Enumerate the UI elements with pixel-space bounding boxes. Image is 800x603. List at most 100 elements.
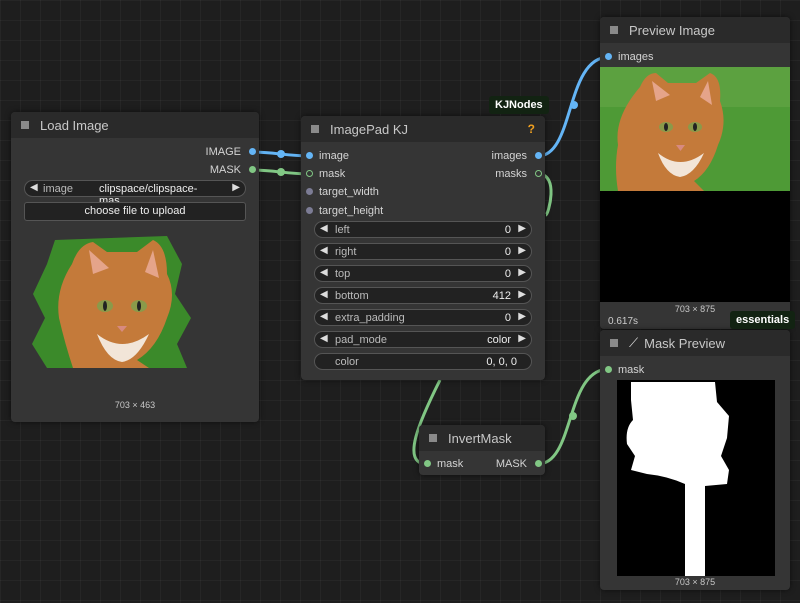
input-image[interactable]: image	[306, 149, 349, 163]
node-header[interactable]: Load Image	[11, 112, 259, 138]
widget-bottom[interactable]: ◀ bottom 412 ▶	[314, 287, 532, 304]
input-mask[interactable]: mask	[605, 363, 645, 377]
widget-label: pad_mode	[335, 334, 387, 346]
upload-button[interactable]: choose file to upload	[24, 202, 246, 221]
widget-label: right	[335, 246, 357, 258]
node-header[interactable]: ImagePad KJ ?	[301, 116, 545, 142]
output-dot[interactable]	[249, 166, 256, 173]
input-target-width[interactable]: target_width	[306, 185, 379, 199]
input-dot[interactable]	[424, 460, 431, 467]
widget-value: 0	[504, 224, 511, 236]
collapse-toggle[interactable]	[311, 125, 319, 133]
input-dot[interactable]	[306, 207, 313, 214]
increment-arrow[interactable]: ▶	[518, 311, 526, 322]
combo-label: image	[43, 183, 73, 195]
combo-right-arrow[interactable]: ▶	[232, 182, 240, 193]
link-midpoint[interactable]	[570, 101, 578, 109]
widget-value: 0	[504, 268, 511, 280]
increment-arrow[interactable]: ▶	[518, 223, 526, 234]
input-label: image	[319, 150, 349, 162]
increment-arrow[interactable]: ▶	[518, 289, 526, 300]
node-title: Mask Preview	[644, 335, 726, 351]
increment-arrow[interactable]: ▶	[518, 245, 526, 256]
input-label: target_width	[319, 186, 379, 198]
input-dot[interactable]	[306, 170, 313, 177]
execution-time: 0.617s	[608, 316, 639, 327]
kjnodes-badge: KJNodes	[489, 96, 549, 114]
output-label: masks	[495, 168, 527, 180]
link-midpoint[interactable]	[277, 150, 285, 158]
output-label: IMAGE	[205, 146, 241, 158]
link-midpoint[interactable]	[569, 412, 577, 420]
widget-label: color	[335, 356, 359, 368]
decrement-arrow[interactable]: ◀	[320, 267, 328, 278]
increment-arrow[interactable]: ▶	[518, 267, 526, 278]
decrement-arrow[interactable]: ◀	[320, 223, 328, 234]
node-title: InvertMask	[448, 430, 512, 446]
input-dot[interactable]	[306, 188, 313, 195]
output-mask[interactable]: MASK	[496, 457, 542, 471]
node-title: Preview Image	[629, 22, 715, 38]
widget-top[interactable]: ◀ top 0 ▶	[314, 265, 532, 282]
widget-extra-padding[interactable]: ◀ extra_padding 0 ▶	[314, 309, 532, 326]
collapse-toggle[interactable]	[21, 121, 29, 129]
image-dimensions: 703 × 463	[114, 400, 156, 410]
input-label: images	[618, 51, 654, 63]
decrement-arrow[interactable]: ◀	[320, 311, 328, 322]
widget-color[interactable]: color 0, 0, 0	[314, 353, 532, 370]
decrement-arrow[interactable]: ◀	[320, 289, 328, 300]
collapse-toggle[interactable]	[429, 434, 437, 442]
input-label: mask	[618, 364, 645, 376]
widget-label: extra_padding	[335, 312, 405, 324]
output-label: MASK	[209, 164, 241, 176]
widget-value: 0	[504, 312, 511, 324]
wand-icon: ⟋	[629, 335, 639, 350]
imagepad-kj-node[interactable]: ImagePad KJ ? image mask target_width ta…	[301, 116, 545, 380]
input-dot[interactable]	[605, 53, 612, 60]
load-image-node[interactable]: Load Image IMAGE MASK ◀ image clipspace/…	[11, 112, 259, 422]
image-select-combo[interactable]: ◀ image clipspace/clipspace-mas... ▶	[24, 180, 246, 207]
output-images[interactable]: images	[492, 149, 542, 163]
output-masks[interactable]: masks	[495, 167, 542, 181]
widget-pad-mode[interactable]: ◀ pad_mode color ▶	[314, 331, 532, 348]
input-mask[interactable]: mask	[306, 167, 346, 181]
widget-label: left	[335, 224, 350, 236]
output-image[interactable]: IMAGE	[205, 145, 256, 159]
widget-value: color	[487, 334, 511, 346]
node-header[interactable]: ⟋ Mask Preview	[600, 330, 790, 356]
output-dot[interactable]	[535, 170, 542, 177]
input-mask[interactable]: mask	[424, 457, 463, 471]
node-header[interactable]: InvertMask	[419, 425, 545, 451]
decrement-arrow[interactable]: ◀	[320, 333, 328, 344]
mask-preview-image	[617, 380, 775, 576]
mask-preview-node[interactable]: ⟋ Mask Preview mask 703 × 875	[600, 330, 790, 590]
output-dot[interactable]	[535, 152, 542, 159]
input-label: target_height	[319, 205, 384, 217]
input-images[interactable]: images	[605, 50, 654, 64]
input-dot[interactable]	[306, 152, 313, 159]
widget-label: bottom	[335, 290, 369, 302]
output-mask[interactable]: MASK	[209, 163, 256, 177]
invert-mask-node[interactable]: InvertMask mask MASK	[419, 425, 545, 475]
widget-value: 0	[504, 246, 511, 258]
decrement-arrow[interactable]: ◀	[320, 245, 328, 256]
combo-left-arrow[interactable]: ◀	[30, 182, 38, 193]
input-dot[interactable]	[605, 366, 612, 373]
link-invertmask-to-maskpreview[interactable]	[537, 367, 610, 466]
link-midpoint[interactable]	[277, 168, 285, 176]
input-label: mask	[319, 168, 346, 180]
preview-image-node[interactable]: Preview Image images 703 × 875 0.617s	[600, 17, 790, 329]
loaded-image-preview	[32, 236, 191, 368]
widget-label: top	[335, 268, 351, 280]
preview-output-image	[600, 67, 790, 302]
increment-arrow[interactable]: ▶	[518, 333, 526, 344]
output-dot[interactable]	[535, 460, 542, 467]
node-header[interactable]: Preview Image	[600, 17, 790, 43]
output-dot[interactable]	[249, 148, 256, 155]
widget-right[interactable]: ◀ right 0 ▶	[314, 243, 532, 260]
collapse-toggle[interactable]	[610, 26, 618, 34]
collapse-toggle[interactable]	[610, 339, 618, 347]
widget-left[interactable]: ◀ left 0 ▶	[314, 221, 532, 238]
input-target-height[interactable]: target_height	[306, 204, 384, 218]
help-icon[interactable]: ?	[528, 122, 535, 136]
